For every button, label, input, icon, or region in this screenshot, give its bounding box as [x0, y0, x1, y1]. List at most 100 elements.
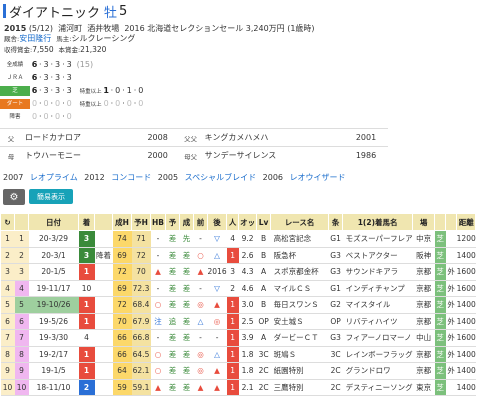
th-date[interactable]: 日付	[28, 213, 79, 231]
record-total: (15)	[76, 60, 94, 69]
race-name[interactable]: 紙園特別	[270, 362, 329, 380]
th-race[interactable]: レース名	[270, 213, 330, 231]
winner-name[interactable]: モズスーパーフレア	[342, 230, 413, 248]
course-type: 外	[445, 263, 457, 281]
course-type: 外	[445, 296, 457, 314]
simple-view-button[interactable]: 簡易表示	[29, 189, 73, 204]
track-type: 芝	[434, 230, 446, 248]
table-row[interactable]: 2 2 20-3/1 3 降着 69 72- 差差 ○ △ 1 2.6 B 阪急杯 G3 ベストアクター 阪神芝…	[0, 247, 476, 264]
race-name[interactable]: マイルＣＳ	[270, 280, 329, 297]
winner-name[interactable]: リバティハイツ	[342, 313, 413, 330]
odds: 4.6	[238, 280, 257, 297]
stable-info: 厩舎:安田隆行 馬主:シルクレーシング	[4, 33, 135, 44]
race-rank: 1	[78, 362, 95, 380]
course-type	[445, 379, 457, 396]
mae-mark: ▲	[193, 263, 208, 281]
refresh-icon[interactable]: ↻	[0, 213, 15, 231]
race-name[interactable]: 毎日スワンＳ	[270, 296, 329, 314]
yoH: 67.9	[131, 313, 151, 330]
trainer-label: 厩舎:	[4, 35, 20, 43]
record-second: 3	[43, 86, 49, 95]
th-lv[interactable]: Lv	[256, 213, 272, 231]
th-ato[interactable]: 後	[206, 213, 228, 231]
prize-label-1: 収得賞金:	[4, 46, 33, 54]
th-seiH[interactable]: 成H	[112, 213, 132, 231]
seiH: 66	[112, 329, 132, 347]
table-row[interactable]: 3 3 20-1/5 1 72 70 ▲ 差差 ▲ 2016 3 4.3 A スポ京都金杯 G3 サウンドキア…	[0, 263, 476, 281]
hb-mark: ▲	[150, 263, 166, 281]
record-other: 3	[66, 60, 72, 69]
table-row[interactable]: 9 9 19-1/5 1 64 62.1 ○ 差差 ◎ ▲ 1 1.8 2C 紙園特別 2C グランドロワ 京都…	[0, 362, 476, 380]
table-row[interactable]: 1 1 20-3/29 3 74 71- 差先 - ▽ 4 9.2 B 高松宮記念 G1 モズスーパーフレア…	[0, 230, 476, 248]
winner-name[interactable]: フィアーノロマーノ	[342, 329, 413, 347]
th-winner[interactable]: 1(2)着馬名	[342, 213, 414, 231]
race-level: OP	[256, 313, 271, 330]
th-yo[interactable]: 予	[165, 213, 180, 231]
th-ninki[interactable]: 人	[226, 213, 240, 231]
race-no: 6	[0, 313, 15, 330]
winner-name[interactable]: サウンドキアラ	[342, 263, 413, 281]
ato-mark: ▽	[207, 230, 227, 248]
race-name[interactable]: 安土城Ｓ	[270, 313, 329, 330]
th-place[interactable]: 場	[412, 213, 436, 231]
winner-name[interactable]: グランドロワ	[342, 362, 413, 380]
table-row[interactable]: 6 6 19-5/26 1 70 67.9 注追差 △ ◎ 1 2.5 OP 安土城Ｓ OP リバティハイツ…	[0, 313, 476, 330]
th-dist[interactable]: 距離	[456, 213, 477, 231]
th-yoH[interactable]: 予H	[131, 213, 151, 231]
th-odds[interactable]: オッ	[238, 213, 258, 231]
sibling-link[interactable]: レオウイザード	[290, 173, 346, 182]
race-no: 3	[0, 263, 15, 281]
trainer-link[interactable]: 安田隆行	[19, 34, 51, 43]
yo-style: 差	[165, 247, 180, 264]
race-name[interactable]: 阪急杯	[270, 247, 329, 264]
pedigree-table: 父 ロードカナロア 2008 父父 キングカメハメハ 2001 母 トウハーモニ…	[0, 128, 388, 165]
table-row[interactable]: 7 7 19-3/30 4 66 66.8- 差差 - -1 3.9 A ダービーＣＴ G3 フィアーノロ…	[0, 329, 476, 347]
row-index: 8	[14, 346, 29, 363]
race-note	[94, 263, 113, 281]
odds: 1.8	[238, 362, 257, 380]
winner-name[interactable]: デスティニーソング	[342, 379, 413, 396]
th-hb[interactable]: HB	[150, 213, 166, 231]
sei-style: 先	[179, 230, 194, 248]
winner-name[interactable]: マイスタイル	[342, 296, 413, 314]
th-rank[interactable]: 着	[78, 213, 95, 231]
race-note	[94, 362, 113, 380]
th-sei[interactable]: 成	[179, 213, 194, 231]
yoH: 64.5	[131, 346, 151, 363]
mae-mark: -	[193, 230, 208, 248]
table-row[interactable]: 8 8 19-2/17 1 66 64.5 ○ 差差 ◎ △ 1 1.8 3C 斑鳩Ｓ 3C レインボーフラッ…	[0, 346, 476, 363]
mae-mark: ○	[193, 247, 208, 264]
th-class[interactable]: 条	[328, 213, 344, 231]
sibling-link[interactable]: レオプライム	[30, 173, 78, 182]
race-class: 3C	[328, 346, 343, 363]
race-no: 4	[0, 280, 15, 297]
settings-button[interactable]: ⚙	[3, 189, 25, 205]
race-note: 降着	[94, 247, 113, 264]
race-name[interactable]: 高松宮記念	[270, 230, 329, 248]
sibling-item: 2005 スペシャルブレイド	[158, 173, 256, 182]
row-index: 6	[14, 313, 29, 330]
race-class: G3	[328, 263, 343, 281]
track-type: 芝	[434, 263, 446, 281]
winner-name[interactable]: インディチャンプ	[342, 280, 413, 297]
race-name[interactable]: 三鷹特別	[270, 379, 329, 396]
race-class: G1	[328, 280, 343, 297]
table-row[interactable]: 10 10 18-11/10 2 59 59.1 ▲ 差差 ▲ ▲ 1 2.1 2C 三鷹特別 2C デスティ…	[0, 379, 476, 396]
yoH: 72.3	[131, 280, 151, 297]
hb-mark: ○	[150, 296, 166, 314]
pedigree-label-2: 母父	[179, 146, 202, 165]
race-name[interactable]: ダービーＣＴ	[270, 329, 329, 347]
sibling-link[interactable]: スペシャルブレイド	[185, 173, 256, 182]
race-name[interactable]: 斑鳩Ｓ	[270, 346, 329, 363]
winner-name[interactable]: ベストアクター	[342, 247, 413, 264]
th-mae[interactable]: 前	[193, 213, 208, 231]
table-row[interactable]: 5 5 19-10/26 1 72 68.4 ○ 差差 ◎ ▲ 1 3.0 B 毎日スワンＳ G2 マイスタイ…	[0, 296, 476, 314]
race-place: 京都	[412, 280, 435, 297]
table-row[interactable]: 4 4 19-11/17 10 69 72.3- 差差 - ▽ 2 4.6 A マイルＣＳ G1 インディチ…	[0, 280, 476, 297]
winner-name[interactable]: レインボーフラッグ	[342, 346, 413, 363]
race-name[interactable]: スポ京都金杯	[270, 263, 329, 281]
th-track	[434, 213, 447, 231]
record-other: 0	[66, 99, 72, 108]
race-date: 19-5/26	[28, 313, 79, 330]
sibling-link[interactable]: コンコード	[111, 173, 151, 182]
